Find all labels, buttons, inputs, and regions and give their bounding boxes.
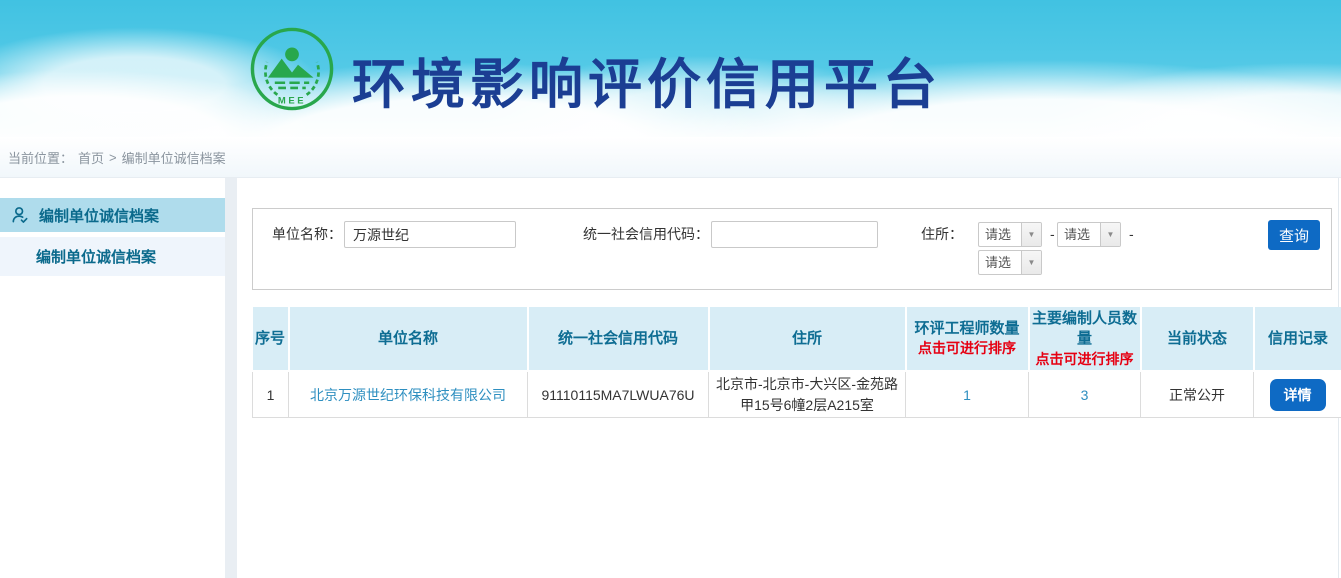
col-status: 当前状态: [1141, 307, 1254, 371]
page: MEE 环境影响评价信用平台 当前位置： 首页 > 编制单位诚信档案 编制单位诚…: [0, 0, 1341, 578]
cell-address: 北京市-北京市-大兴区-金苑路甲15号6幢2层A215室: [709, 371, 906, 417]
sort-hint: 点击可进行排序: [907, 339, 1028, 358]
result-table: 序号 单位名称 统一社会信用代码 住所 环评工程师数量 点击可进行排序 主要编制…: [252, 307, 1341, 418]
address-province-value: 请选择: [979, 223, 1021, 246]
breadcrumb-current: 编制单位诚信档案: [122, 148, 226, 167]
address-province-select[interactable]: 请选择 ▼: [978, 222, 1042, 247]
address-district-select[interactable]: 请选择 ▼: [978, 250, 1042, 275]
cell-status: 正常公开: [1141, 371, 1254, 417]
cell-seq: 1: [253, 371, 289, 417]
chevron-down-icon: ▼: [1100, 223, 1120, 246]
cell-credit-code: 91110115MA7LWUA76U: [528, 371, 709, 417]
credit-code-label: 统一社会信用代码：: [583, 221, 709, 248]
site-title: 环境影响评价信用平台: [352, 40, 942, 119]
table-header-row: 序号 单位名称 统一社会信用代码 住所 环评工程师数量 点击可进行排序 主要编制…: [253, 307, 1341, 371]
cell-unit-name: 北京万源世纪环保科技有限公司: [289, 371, 528, 417]
sidebar-item-label: 编制单位诚信档案: [39, 205, 159, 226]
address-dash-1: -: [1050, 221, 1055, 248]
address-district-value: 请选择: [979, 251, 1021, 274]
mee-logo-icon: MEE: [249, 26, 335, 112]
unit-name-input[interactable]: [344, 221, 516, 248]
company-link[interactable]: 北京万源世纪环保科技有限公司: [310, 387, 506, 403]
cell-engineer-count: 1: [906, 371, 1029, 417]
cell-credit-record: 详情: [1254, 371, 1341, 417]
address-label: 住所：: [921, 221, 963, 248]
col-credit-code: 统一社会信用代码: [528, 307, 709, 371]
breadcrumb: 当前位置： 首页 > 编制单位诚信档案: [0, 137, 1341, 178]
col-staff-count-label: 主要编制人员数量: [1032, 310, 1137, 347]
sort-hint: 点击可进行排序: [1030, 350, 1140, 369]
address-city-select[interactable]: 请选择 ▼: [1057, 222, 1121, 247]
sidebar-subitem-label: 编制单位诚信档案: [36, 246, 156, 267]
search-button[interactable]: 查询: [1268, 220, 1320, 250]
cell-staff-count: 3: [1029, 371, 1141, 417]
sidebar-subitem-unit-credit-archive[interactable]: 编制单位诚信档案: [0, 237, 225, 276]
breadcrumb-separator: >: [109, 150, 117, 165]
col-seq: 序号: [253, 307, 289, 371]
engineer-count-link[interactable]: 1: [963, 387, 971, 403]
sidebar-divider: [225, 178, 237, 578]
breadcrumb-home-link[interactable]: 首页: [78, 148, 104, 167]
col-unit-name: 单位名称: [289, 307, 528, 371]
col-credit-record: 信用记录: [1254, 307, 1341, 371]
unit-name-label: 单位名称：: [272, 221, 342, 248]
col-engineer-count-label: 环评工程师数量: [914, 320, 1019, 337]
staff-count-link[interactable]: 3: [1081, 387, 1089, 403]
breadcrumb-label: 当前位置：: [8, 148, 73, 167]
credit-code-input[interactable]: [711, 221, 878, 248]
address-dash-2: -: [1129, 221, 1134, 248]
col-engineer-count-sortable[interactable]: 环评工程师数量 点击可进行排序: [906, 307, 1029, 371]
address-city-value: 请选择: [1058, 223, 1100, 246]
svg-text:MEE: MEE: [278, 95, 306, 106]
col-staff-count-sortable[interactable]: 主要编制人员数量 点击可进行排序: [1029, 307, 1141, 371]
detail-button[interactable]: 详情: [1270, 379, 1326, 411]
chevron-down-icon: ▼: [1021, 223, 1041, 246]
table-row: 1 北京万源世纪环保科技有限公司 91110115MA7LWUA76U 北京市-…: [253, 371, 1341, 417]
user-check-icon: [10, 205, 30, 225]
col-address: 住所: [709, 307, 906, 371]
chevron-down-icon: ▼: [1021, 251, 1041, 274]
sidebar-item-unit-credit-archive[interactable]: 编制单位诚信档案: [0, 198, 225, 232]
search-form: 单位名称： 统一社会信用代码： 住所： 请选择 ▼ - 请选择 ▼ - 请选择 …: [252, 208, 1332, 290]
site-header: MEE 环境影响评价信用平台: [0, 0, 1341, 137]
